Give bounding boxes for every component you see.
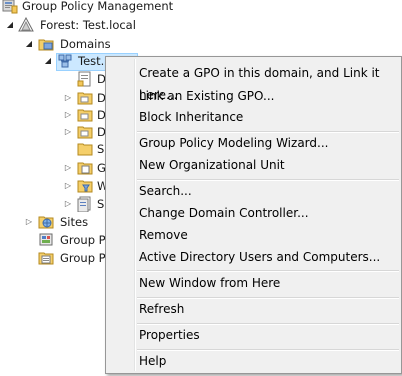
- tree-node-gp-results[interactable]: Group P: [0, 249, 106, 267]
- menu-item-properties[interactable]: Properties: [108, 324, 399, 346]
- expanded-arrow-icon[interactable]: ◢: [24, 35, 34, 53]
- gpo-folder-icon: [77, 160, 93, 176]
- tree-node-child[interactable]: ▷ S: [0, 195, 106, 213]
- menu-item-modeling-wizard[interactable]: Group Policy Modeling Wizard...: [108, 132, 399, 154]
- menu-item-new-ou[interactable]: New Organizational Unit: [108, 154, 399, 176]
- menu-item-refresh[interactable]: Refresh: [108, 298, 399, 320]
- tree-node-child[interactable]: D: [0, 70, 106, 88]
- tree-node-child[interactable]: ▷ D: [0, 123, 106, 141]
- tree-label-root: Group Policy Management: [22, 0, 174, 13]
- wmi-filters-folder-icon: [77, 178, 93, 194]
- tree-node-child[interactable]: ▷ W: [0, 177, 108, 195]
- gp-results-icon: [38, 250, 54, 266]
- menu-item-new-window[interactable]: New Window from Here: [108, 272, 399, 294]
- forest-icon: [18, 16, 34, 33]
- menu-item-remove[interactable]: Remove: [108, 224, 399, 246]
- menu-item-create-gpo-link[interactable]: Create a GPO in this domain, and Link it…: [108, 62, 399, 102]
- menu-item-block-inheritance[interactable]: Block Inheritance: [108, 106, 399, 128]
- domains-folder-icon: [38, 36, 54, 52]
- menu-item-search[interactable]: Search...: [108, 180, 399, 202]
- menu-item-link-existing-gpo[interactable]: Link an Existing GPO...: [108, 85, 399, 107]
- tree-node-forest[interactable]: ◢ Forest: Test.local: [0, 16, 200, 34]
- ou-folder-icon: [77, 124, 93, 140]
- tree-label-domains: Domains: [60, 37, 111, 51]
- domain-icon: [57, 53, 73, 69]
- collapsed-arrow-icon[interactable]: ▷: [63, 106, 73, 124]
- ou-folder-icon: [77, 107, 93, 123]
- collapsed-arrow-icon[interactable]: ▷: [24, 213, 34, 231]
- collapsed-arrow-icon[interactable]: ▷: [63, 177, 73, 195]
- expanded-arrow-icon[interactable]: ◢: [5, 16, 15, 34]
- gpmc-console-icon: [2, 0, 18, 14]
- tree-node-gp-modeling[interactable]: Group P: [0, 231, 106, 249]
- tree-node-child[interactable]: ▷ G: [0, 159, 106, 177]
- menu-item-change-dc[interactable]: Change Domain Controller...: [108, 202, 399, 224]
- ou-folder-icon: [77, 90, 93, 106]
- sites-folder-icon: [38, 214, 54, 230]
- tree-label-gp-results: Group P: [60, 251, 106, 265]
- tree-node-child[interactable]: ▷ D: [0, 106, 106, 124]
- tree-label-forest: Forest: Test.local: [40, 18, 136, 32]
- gp-modeling-icon: [38, 232, 54, 248]
- tree-label-gp-modeling: Group P: [60, 233, 106, 247]
- expanded-arrow-icon[interactable]: ◢: [43, 52, 53, 70]
- menu-item-help[interactable]: Help: [108, 350, 399, 372]
- tree-node-child[interactable]: S: [0, 140, 106, 158]
- tree-node-domains[interactable]: ◢ Domains: [0, 35, 200, 53]
- tree-node-child[interactable]: ▷ D: [0, 89, 106, 107]
- collapsed-arrow-icon[interactable]: ▷: [63, 89, 73, 107]
- menu-item-aduc[interactable]: Active Directory Users and Computers...: [108, 246, 399, 268]
- tree-node-sites[interactable]: ▷ Sites: [0, 213, 106, 231]
- tree-label-sites: Sites: [60, 215, 89, 229]
- starter-gpos-icon: [77, 196, 93, 213]
- tree-node-root[interactable]: Group Policy Management: [0, 0, 200, 15]
- gpo-link-icon: [77, 71, 93, 87]
- tree-label-child: S: [97, 142, 105, 156]
- collapsed-arrow-icon[interactable]: ▷: [63, 123, 73, 141]
- collapsed-arrow-icon[interactable]: ▷: [63, 195, 73, 213]
- tree-label-child: S: [97, 197, 105, 211]
- context-menu: Create a GPO in this domain, and Link it…: [105, 56, 402, 374]
- collapsed-arrow-icon[interactable]: ▷: [63, 159, 73, 177]
- folder-icon: [77, 141, 93, 157]
